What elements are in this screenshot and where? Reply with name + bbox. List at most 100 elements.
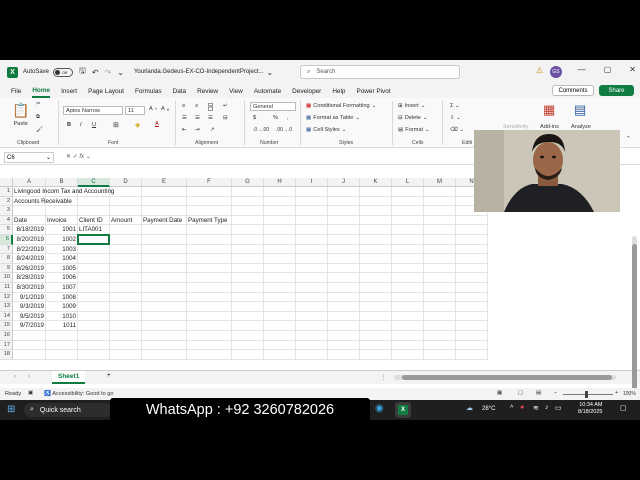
file-name[interactable]: Yourlanda.Gedeus-EX-CO-IndependentProjec… [134, 69, 264, 75]
vertical-scrollbar-thumb[interactable] [632, 244, 637, 401]
row-header-9[interactable]: 9 [0, 263, 13, 274]
zoom-slider-thumb[interactable] [585, 391, 588, 398]
row-header-16[interactable]: 16 [0, 331, 13, 341]
column-header-l[interactable]: L [392, 178, 424, 187]
tab-formulas[interactable]: Formulas [135, 86, 162, 97]
delete-cells-button[interactable]: ⊟ Delete ⌄ [398, 115, 428, 121]
conditional-formatting-button[interactable]: ▦ Conditional Formatting ⌄ [306, 103, 376, 109]
cell-a10[interactable]: 8/28/2019 [13, 273, 44, 283]
comma-icon[interactable]: , [287, 115, 289, 121]
cell-b11[interactable]: 1007 [46, 283, 76, 293]
tab-review[interactable]: Review [197, 86, 218, 97]
cell-b12[interactable]: 1008 [46, 293, 76, 303]
cell-f4[interactable]: Payment Type [188, 216, 227, 226]
column-header-f[interactable]: F [187, 178, 232, 187]
cell-a9[interactable]: 8/26/2019 [13, 264, 44, 274]
align-middle-icon[interactable]: ≡ [195, 103, 198, 109]
cell-a4[interactable]: Date [14, 216, 27, 226]
align-right-icon[interactable]: ☰ [208, 115, 213, 121]
font-size-select[interactable]: 11 [125, 106, 145, 115]
row-header-6[interactable]: 6 [0, 235, 13, 245]
cell-a5[interactable]: 8/18/2019 [13, 225, 44, 235]
cell-styles-button[interactable]: ▦ Cell Styles ⌄ [306, 127, 346, 133]
wifi-icon[interactable]: ≋ [533, 404, 539, 412]
column-header-b[interactable]: B [46, 178, 78, 187]
undo-icon[interactable]: ↶ [92, 68, 99, 77]
warning-icon[interactable]: ⚠ [536, 66, 543, 75]
column-header-g[interactable]: G [232, 178, 264, 187]
cell-a8[interactable]: 8/24/2019 [13, 254, 44, 264]
collapse-ribbon-icon[interactable]: ⌃ [626, 136, 631, 142]
accessibility-status[interactable]: ♿ Accessibility: Good to go [44, 391, 113, 397]
share-button[interactable]: Share [599, 85, 634, 96]
row-header-18[interactable]: 18 [0, 350, 13, 360]
cell-a1[interactable]: Livingood Incom Tax and Accounting [14, 187, 114, 197]
cell-e4[interactable]: Payment Date [143, 216, 182, 226]
clear-icon[interactable]: ⌫ ⌄ [450, 127, 464, 133]
cell-b13[interactable]: 1009 [46, 302, 76, 312]
column-header-h[interactable]: H [264, 178, 296, 187]
decrease-decimal-icon[interactable]: .00→.0 [276, 127, 292, 133]
cell-a11[interactable]: 8/30/2019 [13, 283, 44, 293]
column-header-d[interactable]: D [110, 178, 142, 187]
cell-b15[interactable]: 1011 [46, 321, 76, 331]
cell-b6[interactable]: 1002 [46, 235, 76, 245]
zoom-out-icon[interactable]: − [554, 390, 557, 396]
page-layout-view-icon[interactable]: ▢ [518, 390, 523, 396]
normal-view-icon[interactable]: ▦ [497, 390, 502, 396]
paste-button[interactable]: 📋 Paste [12, 102, 29, 127]
increase-font-icon[interactable]: A ^ [149, 106, 157, 112]
horizontal-scrollbar[interactable] [394, 375, 616, 380]
cell-a6[interactable]: 8/20/2019 [13, 235, 44, 245]
number-format-select[interactable]: General [250, 102, 296, 111]
font-color-icon[interactable]: A [155, 121, 159, 127]
sheet-tab[interactable]: Sheet1 [52, 371, 86, 384]
cell-a15[interactable]: 9/7/2019 [13, 321, 44, 331]
increase-indent-icon[interactable]: ⇥ [195, 127, 200, 133]
tab-developer[interactable]: Developer [292, 86, 321, 97]
cell-b8[interactable]: 1004 [46, 254, 76, 264]
row-header-5[interactable]: 5 [0, 225, 13, 235]
cell-a12[interactable]: 9/1/2019 [13, 293, 44, 303]
currency-button[interactable]: $ [253, 115, 256, 121]
cell-a7[interactable]: 8/22/2019 [13, 245, 44, 255]
row-header-8[interactable]: 8 [0, 254, 13, 264]
align-bottom-icon[interactable]: ≡ [208, 103, 214, 111]
merge-icon[interactable]: ⊟ [223, 115, 228, 121]
row-header-11[interactable]: 11 [0, 283, 13, 293]
tab-view[interactable]: View [229, 86, 243, 97]
row-header-2[interactable]: 2 [0, 196, 13, 207]
avatar[interactable]: GS [550, 66, 562, 78]
windows-start-icon[interactable]: ⊞ [7, 404, 15, 415]
tab-file[interactable]: File [11, 86, 21, 97]
zoom-slider[interactable] [563, 394, 613, 395]
battery-icon[interactable]: ▭ [555, 404, 562, 412]
next-sheet-icon[interactable]: › [28, 373, 30, 380]
column-header-m[interactable]: M [424, 178, 456, 187]
cell-b14[interactable]: 1010 [46, 312, 76, 322]
clock[interactable]: 10:34 AM 8/18/2025 [578, 402, 602, 416]
decrease-font-icon[interactable]: Av [161, 106, 169, 112]
orientation-icon[interactable]: ↗ [210, 127, 215, 133]
cell-b9[interactable]: 1005 [46, 264, 76, 274]
tab-home[interactable]: Home [32, 85, 51, 98]
row-header-17[interactable]: 17 [0, 340, 13, 351]
chevron-up-icon[interactable]: ^ [510, 405, 513, 412]
autosum-icon[interactable]: Σ ⌄ [450, 103, 460, 109]
cell-b10[interactable]: 1006 [46, 273, 76, 283]
weather-temp[interactable]: 28°C [482, 406, 495, 412]
row-header-13[interactable]: 13 [0, 302, 13, 312]
column-header-a[interactable]: A [13, 178, 46, 187]
vertical-scrollbar[interactable] [632, 236, 637, 401]
cut-icon[interactable]: ✂ [36, 101, 41, 107]
formula-input[interactable] [110, 153, 470, 163]
cell-c4[interactable]: Client ID [79, 216, 103, 226]
scrollbar-thumb[interactable] [402, 375, 612, 380]
minimize-icon[interactable]: — [578, 65, 586, 74]
row-header-10[interactable]: 10 [0, 273, 13, 283]
decrease-indent-icon[interactable]: ⇤ [182, 127, 187, 133]
cell-b4[interactable]: Invoice [47, 216, 67, 226]
increase-decimal-icon[interactable]: .0→.00 [253, 127, 269, 133]
tab-automate[interactable]: Automate [254, 86, 281, 97]
fx-icon[interactable]: ✕ ✓ fx ⌄ [66, 153, 91, 160]
